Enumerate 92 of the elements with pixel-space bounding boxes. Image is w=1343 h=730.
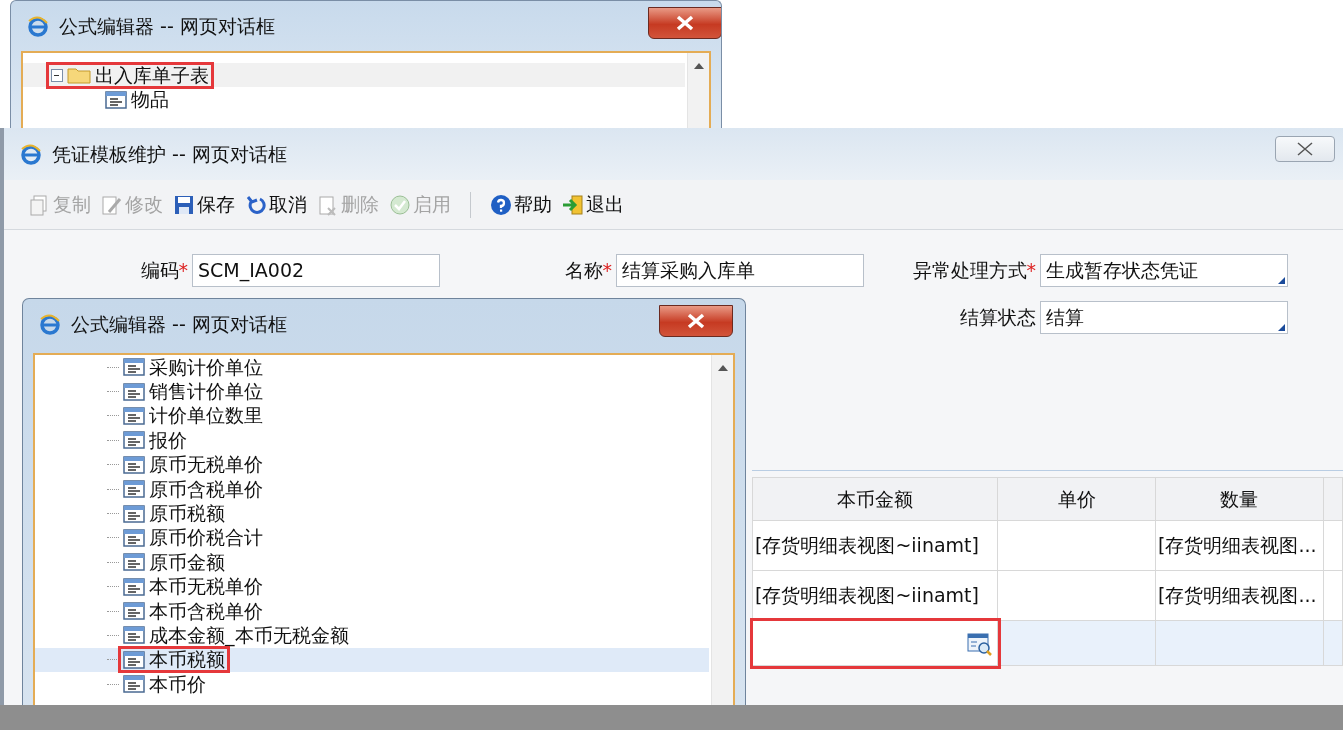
tree-item-label: 原币含税单价 — [121, 478, 265, 500]
tree-item-label: 计价单位数里 — [121, 405, 265, 427]
list-icon — [123, 577, 145, 596]
close-icon — [686, 313, 706, 329]
browser-logo-icon — [39, 313, 61, 335]
browser-logo-icon — [27, 15, 49, 37]
list-icon — [123, 528, 145, 547]
tree-item[interactable]: 原币无税单价 — [35, 452, 709, 477]
table-cell: [存货明细表视图~iinamt] — [752, 570, 998, 621]
window-magnifier-icon — [967, 632, 994, 657]
folder-icon — [67, 66, 91, 85]
list-icon — [105, 90, 127, 109]
list-icon — [123, 431, 145, 450]
tree-item-label: 原币价税合计 — [121, 527, 265, 549]
input-field[interactable]: SCM_IA002 — [192, 254, 440, 287]
scroll-up-icon — [717, 365, 728, 371]
document-cross-icon — [317, 193, 339, 216]
column-header: 本币金额 — [752, 477, 998, 521]
tree-item-label: 原币金额 — [121, 551, 227, 573]
window-title: 凭证模板维护 -- 网页对话框 — [52, 141, 287, 167]
document-pencil-icon — [101, 193, 123, 216]
dropdown-corner-icon — [1278, 277, 1285, 284]
save-icon — [173, 193, 195, 216]
tree-item[interactable]: 本币含税单价 — [35, 598, 709, 624]
list-icon — [123, 626, 145, 645]
tree-item[interactable]: 原币价税合计 — [35, 525, 709, 551]
tree-item-label: 本币无税单价 — [121, 576, 265, 598]
exit-arrow-icon — [562, 193, 584, 216]
tree-item-label: 本币税额 — [121, 649, 227, 671]
list-icon — [123, 504, 145, 523]
tree-item-label: 本币含税单价 — [121, 600, 265, 622]
tree-item[interactable]: 原币税额 — [35, 501, 709, 526]
toolbar-button[interactable]: 帮助 — [487, 188, 555, 221]
required-mark: * — [178, 259, 188, 282]
list-icon — [123, 455, 145, 474]
column-header: 数量 — [1155, 477, 1324, 521]
list-icon — [123, 382, 145, 401]
input-field[interactable]: 结算采购入库单 — [616, 254, 864, 287]
browser-logo-icon — [20, 143, 42, 165]
tree-item[interactable]: 采购计价单位 — [35, 355, 709, 380]
close-button[interactable] — [648, 7, 721, 39]
tree-item[interactable]: 原币金额 — [35, 550, 709, 575]
tree-item[interactable]: 计价单位数里 — [35, 403, 709, 429]
field-label: 编码* — [139, 258, 189, 284]
scroll-up-icon — [693, 63, 704, 69]
tree-item-label: 本币价 — [121, 673, 208, 695]
list-icon — [123, 406, 145, 425]
tree-item[interactable]: 本币税额 — [35, 647, 709, 673]
table-cell: [存货明细表视图... — [1155, 570, 1324, 621]
toolbar-button[interactable]: 保存 — [170, 188, 238, 221]
tree-item[interactable]: 物品 — [103, 89, 171, 111]
list-icon — [123, 675, 145, 694]
table-cell: [存货明细表视图~iinamt] — [752, 520, 998, 571]
tree-item[interactable]: 销售计价单位 — [35, 379, 709, 404]
required-mark: * — [1026, 259, 1036, 282]
toolbar-button[interactable]: 退出 — [559, 188, 627, 221]
undo-arrow-icon — [245, 193, 267, 216]
column-header: 单价 — [997, 477, 1156, 521]
tree-item-label: 销售计价单位 — [121, 381, 265, 403]
window-title: 公式编辑器 -- 网页对话框 — [71, 311, 287, 337]
close-button[interactable] — [659, 305, 733, 337]
list-icon — [123, 602, 145, 621]
tree-item[interactable]: 原币含税单价 — [35, 476, 709, 502]
field-label: 名称* — [563, 258, 613, 284]
list-icon — [123, 553, 145, 572]
tree-item[interactable]: 本币无税单价 — [35, 574, 709, 599]
lookup-field[interactable] — [752, 620, 998, 666]
window-title: 公式编辑器 -- 网页对话框 — [59, 13, 275, 39]
close-icon — [675, 15, 695, 31]
list-icon — [123, 650, 145, 669]
field-label: 结算状态 — [959, 305, 1037, 331]
table-cell: [存货明细表视图... — [1155, 520, 1324, 571]
list-icon — [123, 480, 145, 499]
dropdown-corner-icon — [1278, 324, 1285, 331]
toolbar-button[interactable]: 取消 — [242, 188, 310, 221]
list-icon — [123, 358, 145, 377]
dropdown-field[interactable]: 生成暂存状态凭证 — [1040, 254, 1288, 287]
close-icon — [1295, 141, 1315, 157]
dropdown-field[interactable]: 结算 — [1040, 301, 1288, 334]
tree-item[interactable]: 报价 — [35, 428, 709, 453]
tree-item-label: 采购计价单位 — [121, 356, 265, 378]
tree-item-label: 报价 — [121, 429, 189, 451]
tree-item[interactable]: 成本金额_本币无税金额 — [35, 623, 709, 648]
tree-item-label: 成本金额_本币无税金额 — [121, 625, 351, 646]
tree-item-label: 原币税额 — [121, 503, 227, 525]
help-icon — [490, 193, 512, 216]
field-label: 异常处理方式* — [911, 258, 1037, 284]
tree-item[interactable]: 本币价 — [35, 672, 709, 697]
tree-item-label: 原币无税单价 — [121, 454, 265, 476]
required-mark: * — [602, 259, 612, 282]
close-button[interactable] — [1275, 136, 1335, 162]
check-circle-icon — [389, 193, 411, 216]
